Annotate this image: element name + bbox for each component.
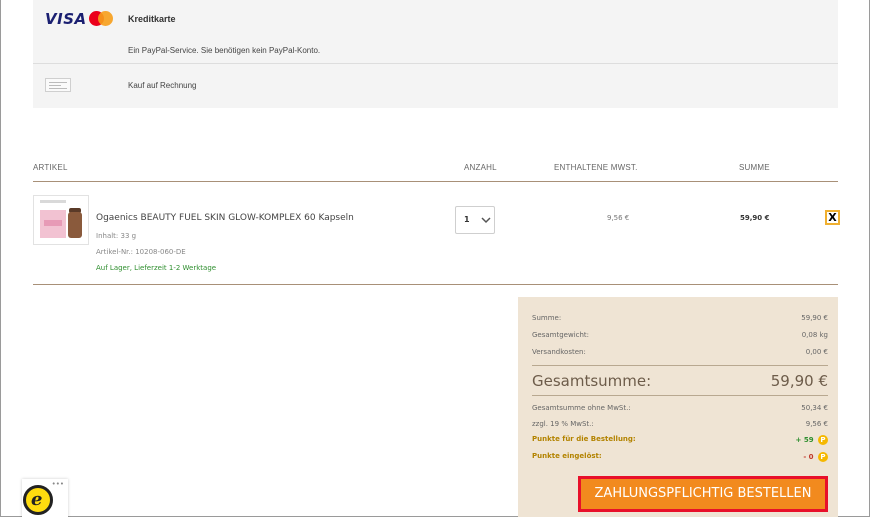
points-earned-value-wrap: + 59 P: [796, 435, 828, 445]
net-label: Gesamtsumme ohne MwSt.:: [532, 404, 631, 412]
summary-subtotal: Summe: 59,90 €: [532, 314, 828, 322]
points-redeemed-value: - 0: [803, 453, 814, 461]
mastercard-logo-icon: [89, 11, 113, 26]
place-order-button[interactable]: ZAHLUNGSPFLICHTIG BESTELLEN: [578, 476, 828, 512]
product-image[interactable]: [33, 195, 89, 245]
remove-item-button[interactable]: X: [825, 210, 840, 225]
total-label: Gesamtsumme:: [532, 372, 652, 390]
vat-value: 9,56 €: [805, 420, 828, 428]
more-icon: •••: [51, 480, 64, 488]
weight-value: 0,08 kg: [801, 331, 828, 339]
trusted-shops-badge[interactable]: •••: [22, 479, 68, 517]
invoice-icon: [45, 78, 71, 92]
subtotal-value: 59,90 €: [801, 314, 828, 322]
weight-label: Gesamtgewicht:: [532, 331, 590, 339]
column-header-mwst: ENTHALTENE MWST.: [554, 163, 638, 172]
summary-weight: Gesamtgewicht: 0,08 kg: [532, 331, 828, 339]
row-divider: [33, 284, 838, 285]
column-header-summe: SUMME: [739, 163, 770, 172]
column-header-anzahl: ANZAHL: [464, 163, 497, 172]
invoice-label: Kauf auf Rechnung: [128, 81, 197, 90]
payment-option-creditcard[interactable]: VISA Kreditkarte Ein PayPal-Service. Sie…: [33, 0, 838, 64]
total-value: 59,90 €: [770, 372, 828, 390]
header-divider: [33, 181, 838, 182]
shipping-label: Versandkosten:: [532, 348, 586, 356]
summary-divider: [532, 365, 828, 366]
summary-total: Gesamtsumme: 59,90 €: [532, 372, 828, 390]
product-name-link[interactable]: Ogaenics BEAUTY FUEL SKIN GLOW-KOMPLEX 6…: [96, 213, 354, 223]
quantity-value: 1: [464, 215, 470, 224]
stock-status: Auf Lager, Lieferzeit 1-2 Werktage: [96, 264, 217, 272]
creditcard-label: Kreditkarte: [128, 14, 176, 24]
vat-label: zzgl. 19 % MwSt.:: [532, 420, 594, 428]
chevron-down-icon: [481, 217, 491, 224]
trust-seal-icon: [23, 485, 53, 515]
summary-shipping: Versandkosten: 0,00 €: [532, 348, 828, 356]
points-earned-value: + 59: [795, 436, 814, 444]
shipping-value: 0,00 €: [805, 348, 828, 356]
product-content: Inhalt: 33 g: [96, 232, 137, 240]
item-vat: 9,56 €: [607, 214, 630, 222]
item-sum: 59,90 €: [740, 214, 770, 222]
summary-vat: zzgl. 19 % MwSt.: 9,56 €: [532, 420, 828, 428]
points-coin-icon: P: [818, 452, 828, 462]
summary-points-redeemed: Punkte eingelöst: - 0 P: [532, 452, 828, 462]
points-redeemed-value-wrap: - 0 P: [803, 452, 828, 462]
product-article-number: Artikel-Nr.: 10208-060-DE: [96, 248, 186, 256]
payment-options: VISA Kreditkarte Ein PayPal-Service. Sie…: [33, 0, 838, 108]
summary-net: Gesamtsumme ohne MwSt.: 50,34 €: [532, 404, 828, 412]
points-redeemed-label: Punkte eingelöst:: [532, 452, 602, 460]
paypal-note: Ein PayPal-Service. Sie benötigen kein P…: [128, 46, 321, 55]
summary-points-earned: Punkte für die Bestellung: + 59 P: [532, 435, 828, 445]
subtotal-label: Summe:: [532, 314, 562, 322]
summary-divider: [532, 395, 828, 396]
net-value: 50,34 €: [801, 404, 828, 412]
quantity-select[interactable]: 1: [455, 206, 495, 234]
points-earned-label: Punkte für die Bestellung:: [532, 435, 636, 443]
points-coin-icon: P: [818, 435, 828, 445]
column-header-artikel: ARTIKEL: [33, 163, 68, 172]
visa-logo-icon: VISA: [45, 10, 87, 28]
